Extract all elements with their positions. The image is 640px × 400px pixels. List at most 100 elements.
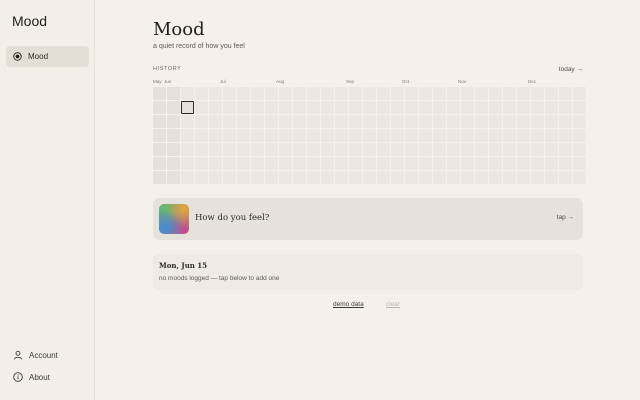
history-cell[interactable] [405,157,418,170]
history-cell[interactable] [279,143,292,156]
history-cell[interactable] [363,101,376,114]
history-cell[interactable] [209,171,222,184]
history-cell[interactable] [265,143,278,156]
history-cell[interactable] [321,115,334,128]
history-cell[interactable] [433,115,446,128]
history-cell[interactable] [195,171,208,184]
history-cell[interactable] [531,129,544,142]
history-cell[interactable] [503,115,516,128]
history-cell[interactable] [321,157,334,170]
history-cell[interactable] [251,115,264,128]
history-cell[interactable] [475,157,488,170]
history-cell[interactable] [279,101,292,114]
history-cell[interactable] [531,115,544,128]
history-cell[interactable] [489,101,502,114]
history-cell[interactable] [461,115,474,128]
history-cell[interactable] [363,157,376,170]
history-cell[interactable] [531,157,544,170]
history-cell[interactable] [209,101,222,114]
how-do-you-feel-card[interactable]: How do you feel? tap → [153,198,583,240]
history-cell[interactable] [489,157,502,170]
history-cell[interactable] [181,87,194,100]
history-cell[interactable] [503,171,516,184]
history-cell[interactable] [475,101,488,114]
history-cell[interactable] [279,171,292,184]
history-cell[interactable] [517,101,530,114]
history-cell[interactable] [447,143,460,156]
history-cell[interactable] [223,157,236,170]
history-cell[interactable] [545,87,558,100]
history-cell[interactable] [279,115,292,128]
history-cell[interactable] [307,143,320,156]
history-cell[interactable] [335,87,348,100]
history-cell[interactable] [377,101,390,114]
history-cell[interactable] [349,171,362,184]
history-cell[interactable] [237,87,250,100]
history-cell[interactable] [447,157,460,170]
history-cell[interactable] [405,171,418,184]
history-cell[interactable] [237,115,250,128]
history-cell[interactable] [349,115,362,128]
history-cell[interactable] [265,87,278,100]
history-cell[interactable] [223,143,236,156]
history-cell[interactable] [167,115,180,128]
history-cell[interactable] [489,171,502,184]
history-cell[interactable] [335,171,348,184]
history-cell[interactable] [461,87,474,100]
history-cell[interactable] [279,129,292,142]
history-cell[interactable] [433,87,446,100]
history-cell[interactable] [195,115,208,128]
history-cell[interactable] [433,171,446,184]
history-cell[interactable] [545,101,558,114]
history-cell[interactable] [321,129,334,142]
sidebar-about[interactable]: About [13,372,50,382]
history-cell[interactable] [349,143,362,156]
history-cell[interactable] [293,143,306,156]
history-cell[interactable] [363,87,376,100]
history-cell[interactable] [573,87,586,100]
history-cell[interactable] [545,171,558,184]
sidebar-account[interactable]: Account [13,350,58,360]
history-cell[interactable] [461,143,474,156]
history-cell[interactable] [307,171,320,184]
history-cell[interactable] [433,157,446,170]
history-cell[interactable] [237,129,250,142]
history-cell[interactable] [489,143,502,156]
history-cell[interactable] [279,157,292,170]
history-cell[interactable] [503,129,516,142]
history-cell[interactable] [475,115,488,128]
history-cell[interactable] [545,129,558,142]
history-cell[interactable] [559,115,572,128]
history-cell[interactable] [489,129,502,142]
history-cell[interactable] [195,101,208,114]
history-cell[interactable] [475,143,488,156]
history-cell[interactable] [349,129,362,142]
history-cell[interactable] [349,157,362,170]
history-cell[interactable] [377,87,390,100]
history-cell[interactable] [321,171,334,184]
history-cell[interactable] [153,129,166,142]
history-cell[interactable] [419,87,432,100]
history-cell[interactable] [391,171,404,184]
history-cell[interactable] [209,87,222,100]
history-cell[interactable] [293,87,306,100]
history-cell[interactable] [377,143,390,156]
history-cell[interactable] [195,129,208,142]
history-cell[interactable] [405,115,418,128]
history-cell[interactable] [363,171,376,184]
history-cell[interactable] [419,129,432,142]
history-cell[interactable] [433,143,446,156]
history-cell[interactable] [335,129,348,142]
history-cell[interactable] [447,115,460,128]
history-cell[interactable] [349,87,362,100]
history-cell[interactable] [391,129,404,142]
history-cell[interactable] [489,115,502,128]
history-cell[interactable] [321,87,334,100]
history-cell[interactable] [167,129,180,142]
history-cell[interactable] [153,101,166,114]
history-cell-today[interactable] [181,101,194,114]
history-cell[interactable] [209,157,222,170]
history-cell[interactable] [181,157,194,170]
history-cell[interactable] [559,143,572,156]
history-cell[interactable] [307,129,320,142]
